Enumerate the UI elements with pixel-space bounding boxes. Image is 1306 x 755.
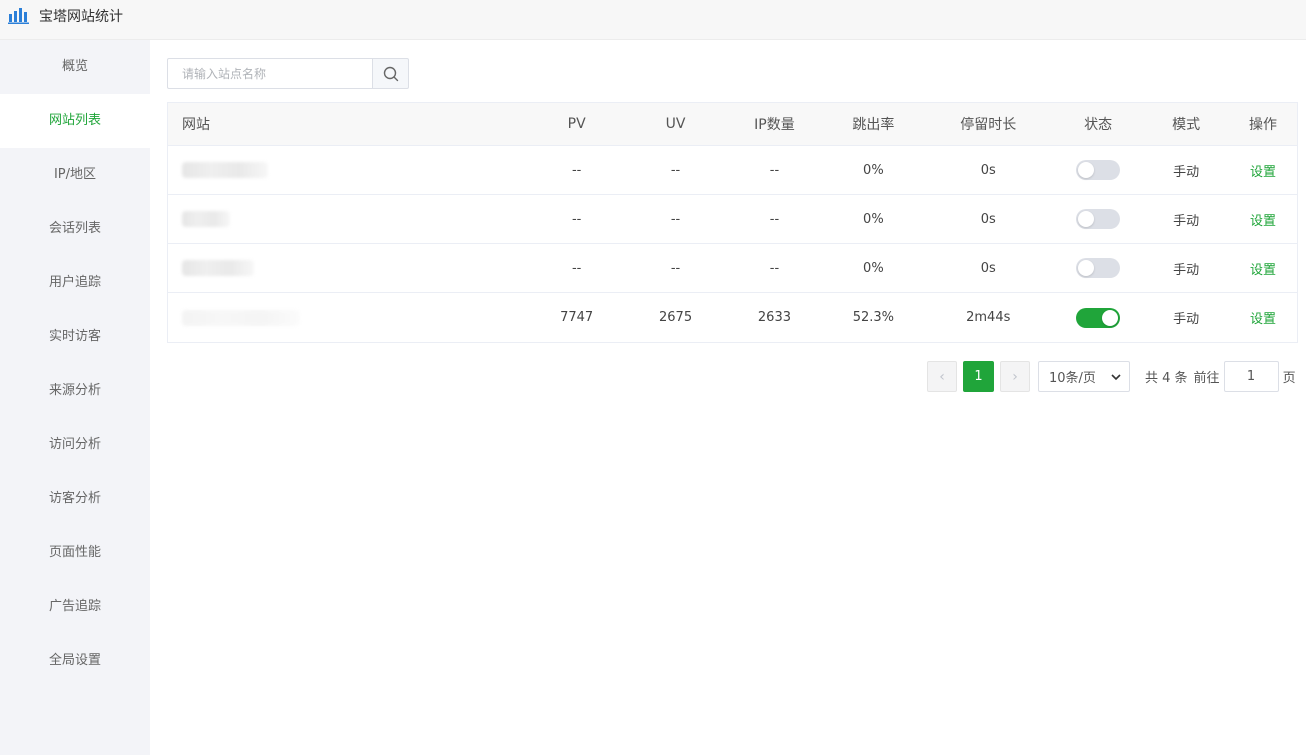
sidebar-item-sessions[interactable]: 会话列表 [0, 202, 150, 256]
table-row: -- -- -- 0% 0s 手动 设置 [168, 244, 1297, 293]
cell-pv: -- [571, 260, 582, 276]
cell-bounce: 0% [863, 211, 884, 227]
cell-bounce: 0% [863, 260, 884, 276]
site-name-redacted [168, 260, 528, 276]
goto-label: 前往 [1193, 371, 1220, 386]
table-header: 网站 PV UV IP数量 跳出率 停留时长 状态 模式 操作 [168, 103, 1297, 146]
cell-pv: -- [571, 162, 582, 178]
status-toggle[interactable] [1076, 258, 1121, 278]
cell-uv: -- [670, 211, 681, 227]
header-mode: 模式 [1172, 117, 1201, 133]
redacted-block [182, 309, 300, 326]
page-number-current[interactable]: 1 [963, 361, 994, 392]
cell-status [1053, 307, 1143, 328]
cell-mode: 手动 [1173, 164, 1200, 180]
pagination: ‹ 1 › 10条/页 共 4 条 前往 1 页 [927, 361, 1296, 392]
settings-link[interactable]: 设置 [1229, 161, 1297, 180]
toggle-knob [1078, 211, 1095, 227]
cell-stay: 2m44s [966, 310, 1011, 325]
sidebar-item-page-performance[interactable]: 页面性能 [0, 526, 150, 580]
site-name-redacted [168, 162, 528, 178]
next-page-button[interactable]: › [1000, 361, 1030, 392]
cell-uv: -- [670, 260, 681, 276]
redacted-block [182, 211, 230, 227]
prev-page-button[interactable]: ‹ [927, 361, 957, 392]
cell-ip: 2633 [757, 310, 791, 325]
search-icon [383, 66, 398, 81]
cell-mode: 手动 [1173, 262, 1200, 278]
site-name-redacted [168, 211, 528, 227]
title-bar: 宝塔网站统计 [0, 0, 1306, 40]
cell-mode: 手动 [1173, 213, 1200, 229]
redacted-block [182, 260, 254, 276]
status-toggle[interactable] [1076, 160, 1121, 180]
cell-mode: 手动 [1173, 312, 1200, 327]
cell-status [1053, 209, 1143, 229]
table-row: -- -- -- 0% 0s 手动 设置 [168, 146, 1297, 195]
search-input[interactable] [167, 58, 372, 89]
cell-ip: -- [769, 260, 780, 276]
search-box [167, 58, 409, 89]
cell-uv: 2675 [659, 310, 693, 325]
header-pv: PV [567, 116, 586, 132]
sidebar-item-source-analysis[interactable]: 来源分析 [0, 364, 150, 418]
sidebar-item-ip-region[interactable]: IP/地区 [0, 148, 150, 202]
toggle-knob [1078, 260, 1095, 276]
site-name-redacted [168, 309, 528, 326]
settings-link[interactable]: 设置 [1229, 210, 1297, 229]
site-table: 网站 PV UV IP数量 跳出率 停留时长 状态 模式 操作 -- -- --… [167, 102, 1298, 343]
sidebar-item-site-list[interactable]: 网站列表 [0, 94, 150, 148]
settings-link[interactable]: 设置 [1229, 308, 1297, 327]
cell-stay: 0s [980, 260, 996, 276]
header-bounce: 跳出率 [852, 117, 895, 133]
cell-pv: 7747 [560, 310, 594, 325]
cell-bounce: 0% [863, 162, 884, 178]
header-ip: IP数量 [754, 117, 795, 133]
sidebar-item-visit-analysis[interactable]: 访问分析 [0, 418, 150, 472]
header-status: 状态 [1084, 117, 1113, 133]
toggle-knob [1102, 309, 1119, 326]
goto-unit: 页 [1282, 371, 1296, 386]
sidebar-item-user-tracking[interactable]: 用户追踪 [0, 256, 150, 310]
header-op: 操作 [1249, 117, 1278, 133]
cell-bounce: 52.3% [852, 310, 895, 325]
sidebar-item-realtime-visitors[interactable]: 实时访客 [0, 310, 150, 364]
bar-chart-icon [8, 8, 29, 24]
header-site: 网站 [182, 117, 210, 133]
cell-status [1053, 258, 1143, 278]
header-uv: UV [665, 116, 686, 132]
status-toggle[interactable] [1076, 209, 1121, 229]
sidebar-item-visitor-analysis[interactable]: 访客分析 [0, 472, 150, 526]
table-row: 7747 2675 2633 52.3% 2m44s 手动 设置 [168, 293, 1297, 342]
settings-link[interactable]: 设置 [1229, 259, 1297, 278]
main-content: 网站 PV UV IP数量 跳出率 停留时长 状态 模式 操作 -- -- --… [150, 40, 1306, 755]
table-row: -- -- -- 0% 0s 手动 设置 [168, 195, 1297, 244]
cell-stay: 0s [980, 211, 996, 227]
sidebar-item-global-settings[interactable]: 全局设置 [0, 634, 150, 688]
chevron-down-icon [1111, 373, 1121, 380]
app-title: 宝塔网站统计 [39, 9, 123, 25]
cell-stay: 0s [980, 162, 996, 178]
cell-pv: -- [571, 211, 582, 227]
toggle-knob [1078, 162, 1095, 178]
cell-ip: -- [769, 211, 780, 227]
status-toggle[interactable] [1076, 307, 1121, 328]
sidebar: 概览 网站列表 IP/地区 会话列表 用户追踪 实时访客 来源分析 访问分析 访… [0, 40, 150, 755]
total-count: 共 4 条 [1145, 371, 1188, 386]
sidebar-item-ad-tracking[interactable]: 广告追踪 [0, 580, 150, 634]
cell-uv: -- [670, 162, 681, 178]
cell-status [1053, 160, 1143, 180]
header-stay: 停留时长 [960, 117, 1017, 133]
page-size-select[interactable]: 10条/页 [1038, 361, 1130, 392]
goto-page-input[interactable]: 1 [1223, 361, 1279, 392]
sidebar-item-overview[interactable]: 概览 [0, 40, 150, 94]
page-size-value: 10条/页 [1049, 371, 1096, 386]
redacted-block [182, 162, 268, 178]
cell-ip: -- [769, 162, 780, 178]
search-button[interactable] [372, 58, 409, 89]
